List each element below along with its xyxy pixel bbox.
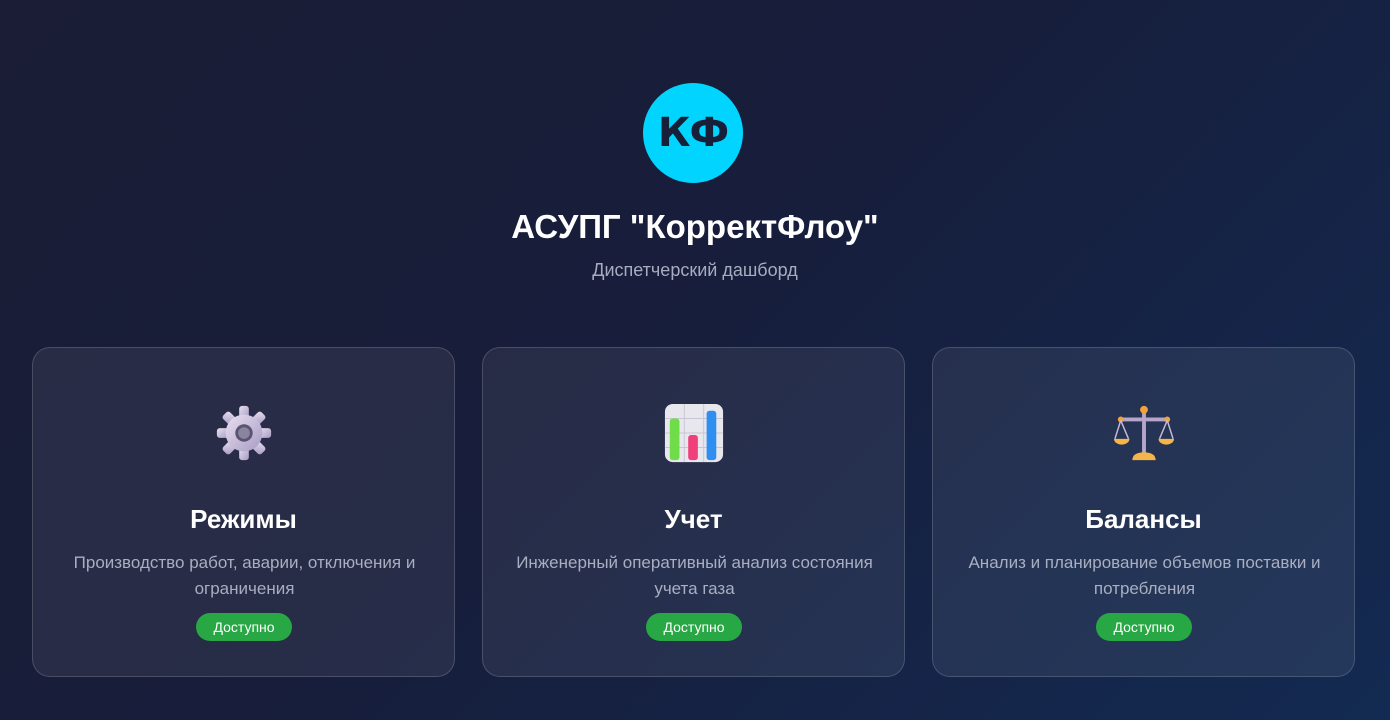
card-title: Учет: [664, 504, 723, 534]
status-badge: Доступно: [1096, 613, 1192, 641]
card-balances[interactable]: Балансы Анализ и планирование объемов по…: [932, 347, 1355, 677]
status-badge: Доступно: [646, 613, 742, 641]
card-description: Анализ и планирование объемов поставки и…: [968, 553, 1321, 598]
card-title: Балансы: [1085, 504, 1202, 534]
balance-scale-icon: [1113, 405, 1175, 461]
logo-text: КФ: [657, 110, 729, 156]
status-badge: Доступно: [196, 613, 292, 641]
card-accounting[interactable]: Учет Инженерный оперативный анализ состо…: [482, 347, 905, 677]
page-title: АСУПГ "КорректФлоу": [511, 208, 879, 245]
card-description: Производство работ, аварии, отключения и…: [73, 553, 416, 598]
card-description: Инженерный оперативный анализ состояния …: [516, 553, 873, 598]
logo: КФ: [643, 83, 743, 183]
bar-chart-icon: [664, 403, 724, 463]
card-modes[interactable]: Режимы Производство работ, аварии, отклю…: [32, 347, 455, 677]
page-subtitle: Диспетчерский дашборд: [592, 260, 798, 280]
card-title: Режимы: [190, 504, 297, 534]
gear-icon: [216, 405, 272, 461]
